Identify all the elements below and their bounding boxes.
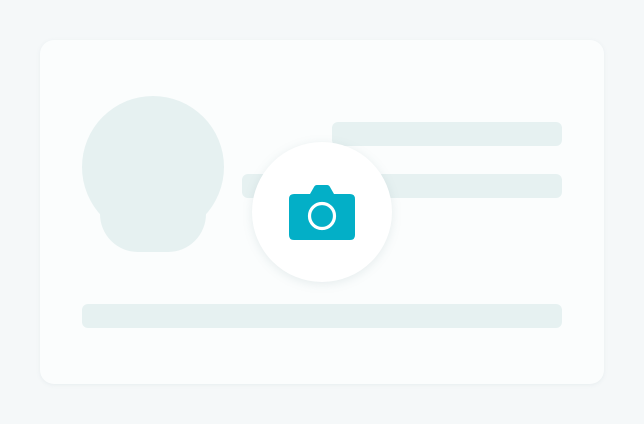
avatar-placeholder-shoulders bbox=[100, 200, 206, 252]
camera-icon bbox=[289, 185, 355, 240]
upload-photo-button[interactable] bbox=[252, 142, 392, 282]
upload-card-stage bbox=[0, 0, 644, 424]
text-placeholder-line bbox=[332, 122, 562, 146]
text-placeholder-line bbox=[82, 304, 562, 328]
